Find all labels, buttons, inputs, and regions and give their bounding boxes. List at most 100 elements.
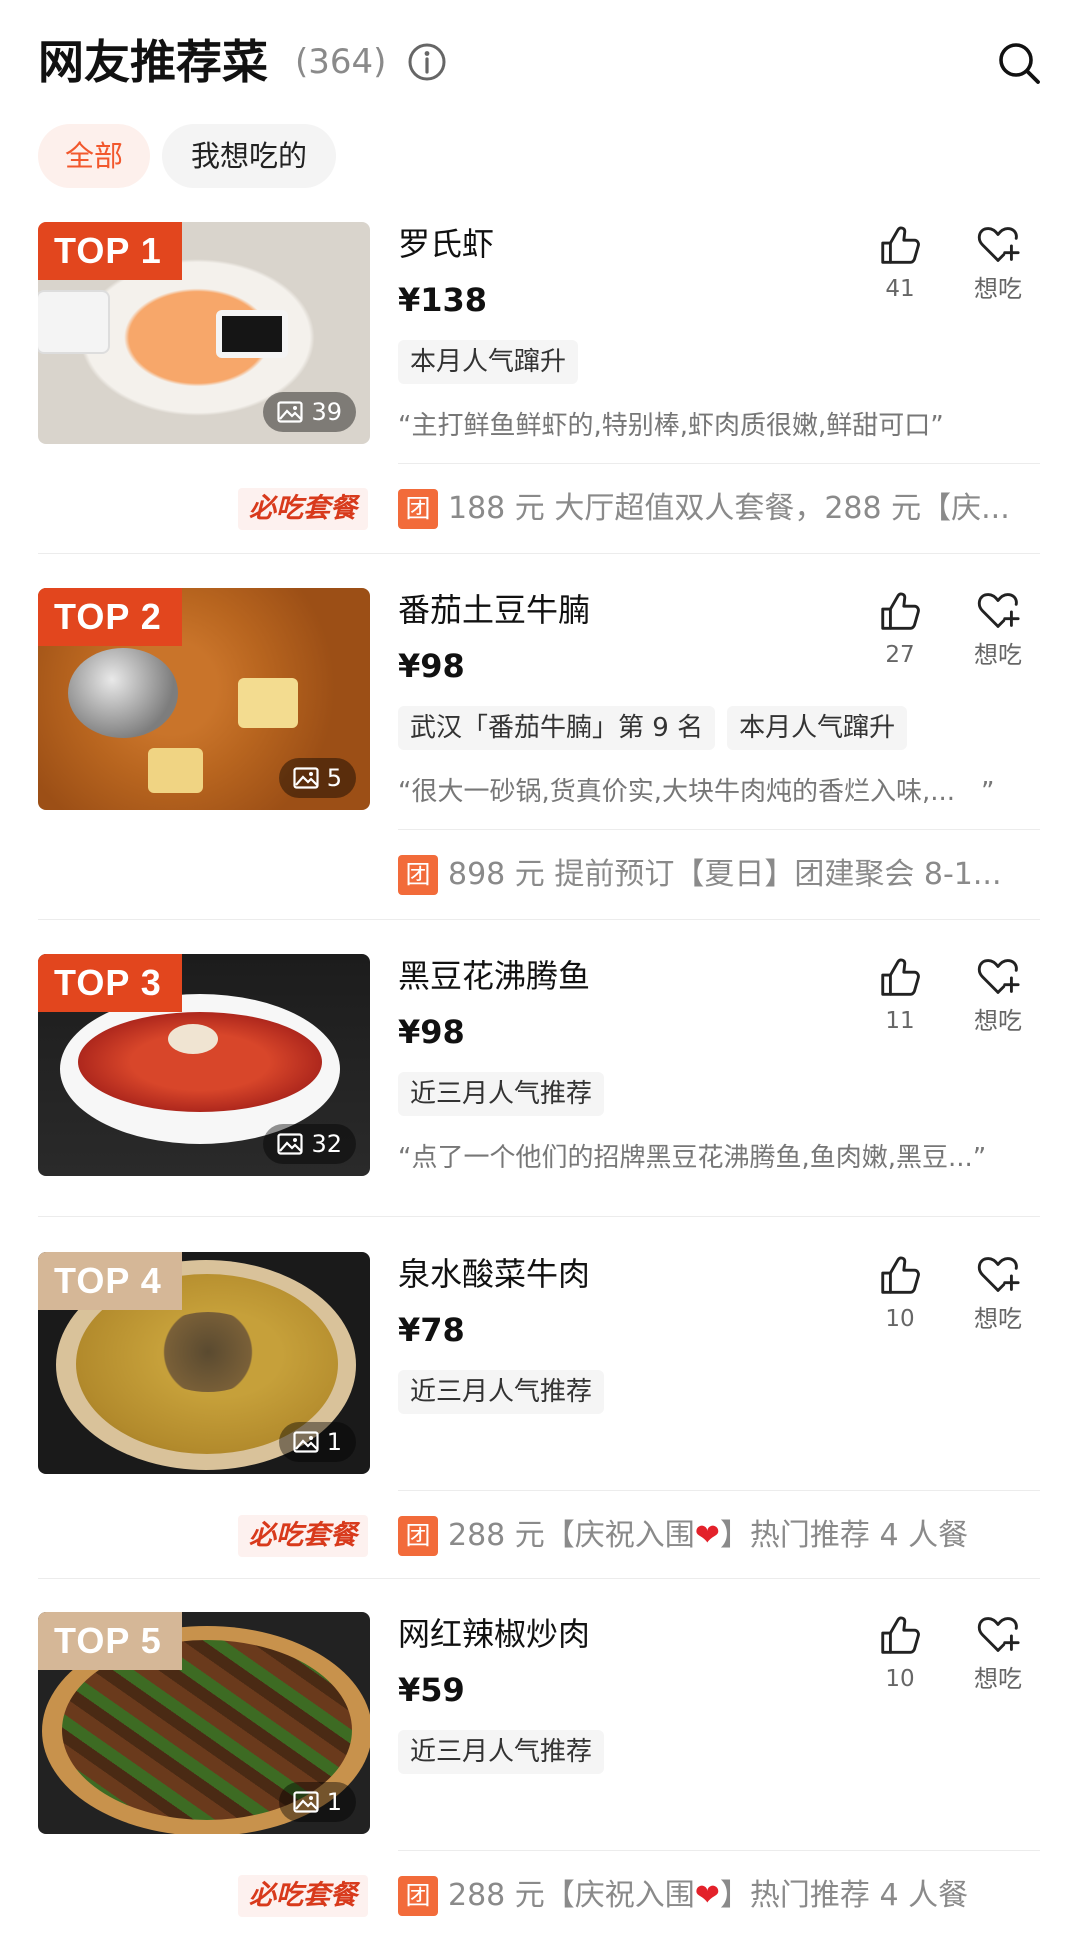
image-icon (277, 401, 303, 423)
deal-text-part: 288 元【庆祝入围 (448, 1518, 695, 1553)
deal-row[interactable]: 团 898 元 提前预订【夏日】团建聚会 8-1... (0, 830, 1080, 920)
like-count: 10 (885, 1306, 915, 1332)
want-button[interactable]: 想吃 (964, 222, 1032, 304)
review-quote: “主打鲜鱼鲜虾的,特别棒,虾肉质很嫩,鲜甜可口” (398, 411, 944, 441)
like-count: 27 (885, 642, 915, 668)
review-quote: “点了一个他们的招牌黑豆花沸腾鱼,鱼肉嫩,黑豆...” (398, 1143, 987, 1173)
page-title: 网友推荐菜 (38, 35, 268, 89)
group-buy-icon: 团 (398, 1876, 438, 1916)
image-icon (293, 767, 319, 789)
dish-tag: 本月人气蹿升 (727, 706, 908, 750)
heart-plus-icon (974, 1252, 1022, 1298)
tag-list: 本月人气蹿升 (398, 340, 579, 384)
beef (148, 1312, 268, 1392)
rank-badge: TOP 5 (38, 1612, 182, 1670)
must-eat-badge: 必吃套餐 (238, 1875, 368, 1917)
like-count: 11 (885, 1008, 915, 1034)
group-buy-icon: 团 (398, 1516, 438, 1556)
want-label: 想吃 (974, 275, 1022, 303)
must-eat-badge: 必吃套餐 (238, 1515, 368, 1557)
tag-list: 近三月人气推荐 (398, 1072, 605, 1116)
sauce-dish (216, 310, 288, 358)
header: 网友推荐菜 (364) (0, 0, 1080, 120)
photo-count-value: 5 (326, 764, 342, 792)
like-count: 10 (885, 1666, 915, 1692)
thumbs-up-icon (877, 1252, 923, 1298)
filter-all-chip[interactable]: 全部 (38, 124, 150, 188)
want-label: 想吃 (974, 1007, 1022, 1035)
dish-name: 黑豆花沸腾鱼 (398, 957, 591, 995)
like-button[interactable]: 10 (872, 1612, 928, 1694)
dish-name: 罗氏虾 (398, 225, 495, 263)
dish-photo[interactable]: TOP 2 5 (38, 588, 370, 810)
thumbs-up-icon (877, 1612, 923, 1658)
deal-row[interactable]: 必吃套餐 团 188 元 大厅超值双人套餐，288 元【庆... (0, 464, 1080, 554)
want-button[interactable]: 想吃 (964, 1612, 1032, 1694)
divider (38, 919, 1040, 920)
photo-count-value: 1 (326, 1428, 342, 1456)
dish-price: ¥98 (398, 1013, 465, 1051)
image-icon (293, 1791, 319, 1813)
image-icon (293, 1431, 319, 1453)
photo-count-value: 32 (311, 1130, 342, 1158)
rank-badge: TOP 2 (38, 588, 182, 646)
heart-plus-icon (974, 222, 1022, 268)
dish-tag: 近三月人气推荐 (398, 1370, 605, 1414)
spoon (68, 648, 178, 738)
want-button[interactable]: 想吃 (964, 954, 1032, 1036)
want-label: 想吃 (974, 1305, 1022, 1333)
heart-plus-icon (974, 1612, 1022, 1658)
tag-list: 武汉「番茄牛腩」第 9 名 本月人气蹿升 (398, 706, 908, 750)
search-icon[interactable] (996, 40, 1042, 86)
dish-price: ¥138 (398, 281, 488, 319)
fish-piece (168, 1024, 218, 1054)
photo-count: 32 (263, 1124, 356, 1164)
review-quote: “很大一砂锅,货真价实,大块牛肉炖的香烂入味,... ” (398, 777, 995, 807)
heart-plus-icon (974, 954, 1022, 1000)
dish-name: 番茄土豆牛腩 (398, 591, 591, 629)
info-icon[interactable] (407, 42, 447, 82)
dish-photo[interactable]: TOP 3 32 (38, 954, 370, 1176)
photo-count-value: 1 (326, 1788, 342, 1816)
divider (38, 553, 1040, 554)
dish-name: 网红辣椒炒肉 (398, 1615, 591, 1653)
thumbs-up-icon (877, 222, 923, 268)
divider (38, 1216, 1040, 1217)
rank-badge: TOP 3 (38, 954, 182, 1012)
deal-text: 288 元【庆祝入围❤】热门推荐 4 人餐 (448, 1513, 1038, 1559)
heart-emoji: ❤ (694, 1518, 720, 1553)
want-button[interactable]: 想吃 (964, 588, 1032, 670)
like-button[interactable]: 27 (872, 588, 928, 670)
deal-row[interactable]: 必吃套餐 团 288 元【庆祝入围❤】热门推荐 4 人餐 (0, 1851, 1080, 1941)
group-buy-icon: 团 (398, 489, 438, 529)
dish-photo[interactable]: TOP 4 1 (38, 1252, 370, 1474)
potato-chunk (148, 748, 203, 793)
deal-text: 898 元 提前预订【夏日】团建聚会 8-1... (448, 857, 1002, 892)
want-label: 想吃 (974, 641, 1022, 669)
like-button[interactable]: 11 (872, 954, 928, 1036)
dish-photo[interactable]: TOP 1 39 (38, 222, 370, 444)
rank-badge: TOP 1 (38, 222, 182, 280)
like-button[interactable]: 10 (872, 1252, 928, 1334)
like-count: 41 (885, 276, 915, 302)
dish-tag: 近三月人气推荐 (398, 1072, 605, 1116)
want-button[interactable]: 想吃 (964, 1252, 1032, 1334)
dish-tag: 本月人气蹿升 (398, 340, 579, 384)
dish-photo[interactable]: TOP 5 1 (38, 1612, 370, 1834)
deal-row[interactable]: 必吃套餐 团 288 元【庆祝入围❤】热门推荐 4 人餐 (0, 1491, 1080, 1581)
heart-emoji: ❤ (694, 1878, 720, 1913)
filter-want-chip[interactable]: 我想吃的 (162, 124, 336, 188)
photo-count: 5 (278, 758, 356, 798)
side-dish (38, 292, 108, 352)
dish-price: ¥78 (398, 1311, 465, 1349)
photo-count: 39 (263, 392, 356, 432)
like-button[interactable]: 41 (872, 222, 928, 304)
deal-text: 188 元 大厅超值双人套餐，288 元【庆... (448, 491, 1010, 526)
rank-badge: TOP 4 (38, 1252, 182, 1310)
deal-text-part: 】热门推荐 4 人餐 (719, 1878, 969, 1913)
dish-count: (364) (295, 42, 387, 82)
photo-count-value: 39 (311, 398, 342, 426)
want-label: 想吃 (974, 1665, 1022, 1693)
thumbs-up-icon (877, 588, 923, 634)
deal-text-part: 288 元【庆祝入围 (448, 1878, 695, 1913)
